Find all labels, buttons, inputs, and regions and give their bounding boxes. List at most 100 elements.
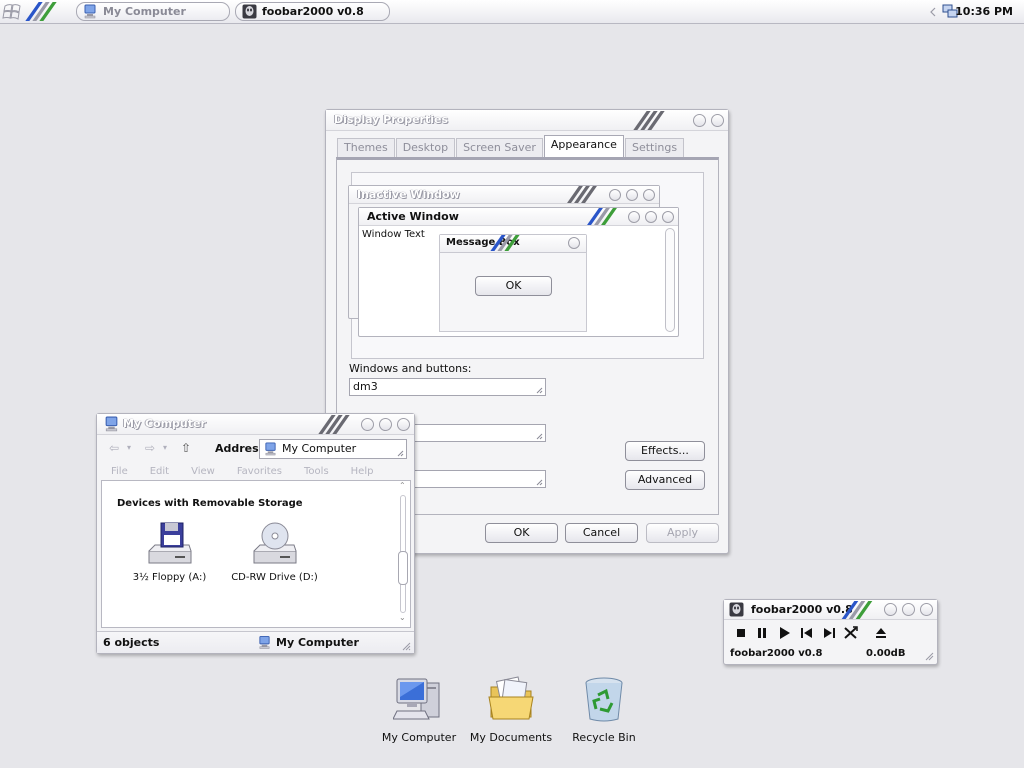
cd-drive-label: CD-RW Drive (D:) xyxy=(231,572,318,583)
menu-file[interactable]: File xyxy=(111,466,128,477)
vertical-scrollbar[interactable]: ⌃ ⌄ xyxy=(398,481,408,625)
my-computer-icon xyxy=(392,678,440,720)
effects-button[interactable]: Effects... xyxy=(625,441,705,461)
preview-active-titlebar: Active Window xyxy=(359,208,678,226)
forward-dropdown-icon[interactable]: ▾ xyxy=(163,443,167,452)
task-button-my-computer[interactable]: My Computer xyxy=(76,2,230,21)
title-stripes xyxy=(633,111,665,130)
tab-screen-saver[interactable]: Screen Saver xyxy=(456,138,543,157)
title-bar[interactable]: foobar2000 v0.8 xyxy=(724,600,937,620)
cancel-button[interactable]: Cancel xyxy=(565,523,638,543)
desktop-icon-recycle-bin[interactable]: Recycle Bin xyxy=(559,673,649,744)
cd-drive-item[interactable]: CD-RW Drive (D:) xyxy=(227,521,322,583)
preview-inactive-controls xyxy=(609,189,655,201)
stop-icon[interactable] xyxy=(734,626,750,640)
task-label: foobar2000 v0.8 xyxy=(262,5,364,18)
title-bar[interactable]: My Computer xyxy=(97,414,414,435)
message-box-stripes xyxy=(490,235,520,251)
preview-inactive-titlebar: Inactive Window xyxy=(349,186,659,204)
menu-bar: File Edit View Favorites Tools Help xyxy=(111,466,414,477)
tab-themes[interactable]: Themes xyxy=(337,138,395,157)
forward-icon[interactable]: ⇨ xyxy=(145,441,155,455)
close-button[interactable] xyxy=(711,114,724,127)
resize-grip-icon[interactable] xyxy=(401,641,411,651)
menu-view[interactable]: View xyxy=(191,466,215,477)
window-title: foobar2000 v0.8 xyxy=(751,603,853,616)
title-bar[interactable]: Display Properties xyxy=(326,110,728,131)
desktop-icon-label: My Computer xyxy=(381,731,457,744)
menu-help[interactable]: Help xyxy=(351,466,374,477)
minimize-button[interactable] xyxy=(361,418,374,431)
scroll-thumb[interactable] xyxy=(398,551,408,585)
pause-icon[interactable] xyxy=(755,626,771,640)
task-button-foobar[interactable]: foobar2000 v0.8 xyxy=(235,2,390,21)
preview-active-controls xyxy=(628,211,674,223)
up-folder-icon[interactable]: ⇧ xyxy=(181,441,191,455)
tab-desktop[interactable]: Desktop xyxy=(395,138,456,157)
minimize-button[interactable] xyxy=(884,603,897,616)
close-button[interactable] xyxy=(397,418,410,431)
status-count: 6 objects xyxy=(103,636,160,649)
preview-window-text: Window Text xyxy=(362,229,425,240)
advanced-button[interactable]: Advanced xyxy=(625,470,705,490)
windows-buttons-combo[interactable]: dm3 xyxy=(349,378,546,396)
address-label: Address xyxy=(215,442,266,455)
tray-expand-arrow-icon[interactable] xyxy=(930,7,936,17)
navigation-toolbar: ⇦ ▾ ⇨ ▾ ⇧ Address My Computer xyxy=(97,438,414,460)
title-stripes xyxy=(841,601,873,619)
desktop-icon-my-documents[interactable]: My Documents xyxy=(466,673,556,744)
foobar-app-icon xyxy=(729,602,744,617)
desktop-icon-my-computer[interactable]: My Computer xyxy=(374,673,464,744)
back-dropdown-icon[interactable]: ▾ xyxy=(127,443,131,452)
window-title: Display Properties xyxy=(334,113,449,126)
preview-message-box: Message Box OK xyxy=(439,234,587,332)
tab-settings[interactable]: Settings xyxy=(624,138,685,157)
scroll-up-icon[interactable]: ⌃ xyxy=(399,481,406,490)
floppy-drive-item[interactable]: 3½ Floppy (A:) xyxy=(122,521,217,583)
tab-appearance[interactable]: Appearance xyxy=(543,135,624,157)
task-label: My Computer xyxy=(103,5,186,18)
preview-close-button xyxy=(662,211,674,223)
my-documents-icon xyxy=(488,676,534,720)
menu-favorites[interactable]: Favorites xyxy=(237,466,282,477)
maximize-button[interactable] xyxy=(902,603,915,616)
start-button[interactable] xyxy=(2,2,24,21)
computer-icon xyxy=(105,416,118,432)
apply-button[interactable]: Apply xyxy=(646,523,719,543)
maximize-button[interactable] xyxy=(379,418,392,431)
windows-buttons-label: Windows and buttons: xyxy=(349,362,472,375)
random-icon[interactable] xyxy=(843,626,859,640)
floppy-drive-label: 3½ Floppy (A:) xyxy=(132,572,207,583)
play-icon[interactable] xyxy=(777,626,793,640)
resize-grip-icon[interactable] xyxy=(924,651,934,661)
status-bar: 6 objects My Computer xyxy=(97,631,414,653)
previous-track-icon[interactable] xyxy=(799,626,815,640)
preview-min-button xyxy=(628,211,640,223)
appearance-preview: Inactive Window Active Window Window Tex… xyxy=(348,172,704,359)
computer-icon xyxy=(265,442,276,456)
ok-button[interactable]: OK xyxy=(485,523,558,543)
next-track-icon[interactable] xyxy=(821,626,837,640)
recycle-bin-icon xyxy=(585,677,623,722)
resize-grip-icon xyxy=(536,479,543,486)
now-playing: foobar2000 v0.8 xyxy=(730,648,823,659)
tab-strip: Themes Desktop Screen Saver Appearance S… xyxy=(337,135,685,157)
windows-logo-icon xyxy=(2,4,21,20)
menu-edit[interactable]: Edit xyxy=(150,466,169,477)
eject-icon[interactable] xyxy=(873,626,889,640)
menu-tools[interactable]: Tools xyxy=(304,466,329,477)
preview-active-title: Active Window xyxy=(367,210,459,223)
computer-icon xyxy=(84,4,96,19)
back-icon[interactable]: ⇦ xyxy=(109,441,119,455)
windows-buttons-value: dm3 xyxy=(353,380,378,393)
close-button[interactable] xyxy=(920,603,933,616)
preview-inactive-title: Inactive Window xyxy=(357,188,460,201)
address-bar[interactable]: My Computer xyxy=(259,439,407,459)
my-computer-window: My Computer ⇦ ▾ ⇨ ▾ ⇧ Address My Compute… xyxy=(96,413,415,654)
address-value: My Computer xyxy=(282,442,357,455)
scroll-down-icon[interactable]: ⌄ xyxy=(399,613,406,622)
window-controls xyxy=(884,603,933,616)
help-button[interactable] xyxy=(693,114,706,127)
preview-min-button xyxy=(609,189,621,201)
clock[interactable]: 10:36 PM xyxy=(955,5,1013,18)
